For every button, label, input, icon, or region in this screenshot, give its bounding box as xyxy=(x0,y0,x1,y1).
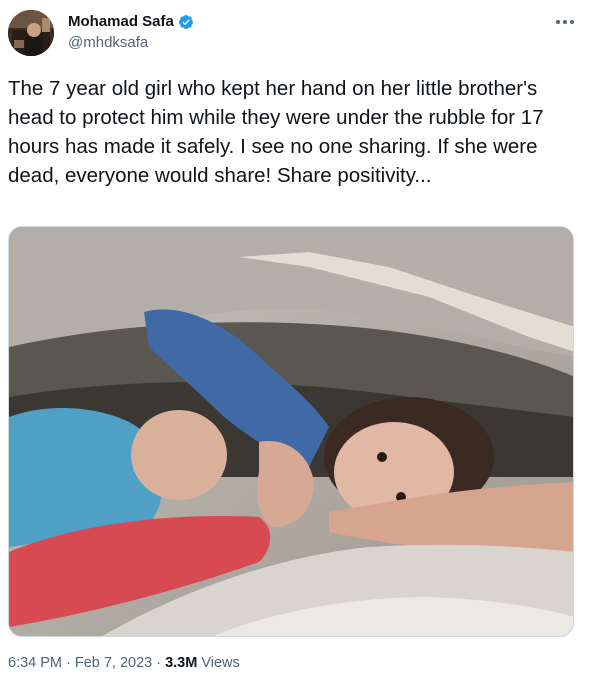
tweet-date[interactable]: Feb 7, 2023 xyxy=(75,655,152,671)
tweet-text: The 7 year old girl who kept her hand on… xyxy=(8,77,550,187)
views-count: 3.3M xyxy=(165,655,198,671)
tweet-time[interactable]: 6:34 PM xyxy=(8,655,62,671)
avatar[interactable] xyxy=(8,10,54,56)
tweet-meta: 6:34 PM · Feb 7, 2023 · 3.3M Views xyxy=(8,655,240,671)
meta-separator: · xyxy=(66,655,71,671)
photo-image xyxy=(9,227,573,636)
author-handle[interactable]: @mhdksafa xyxy=(68,34,148,51)
author-display-name[interactable]: Mohamad Safa xyxy=(68,13,174,30)
verified-badge-icon xyxy=(178,14,194,30)
author-name-row: Mohamad Safa xyxy=(68,13,194,30)
views-label: Views xyxy=(201,655,240,671)
more-options-icon[interactable] xyxy=(553,12,577,32)
meta-separator: · xyxy=(156,655,162,671)
avatar-image xyxy=(8,10,54,56)
tweet-photo[interactable] xyxy=(8,226,574,637)
